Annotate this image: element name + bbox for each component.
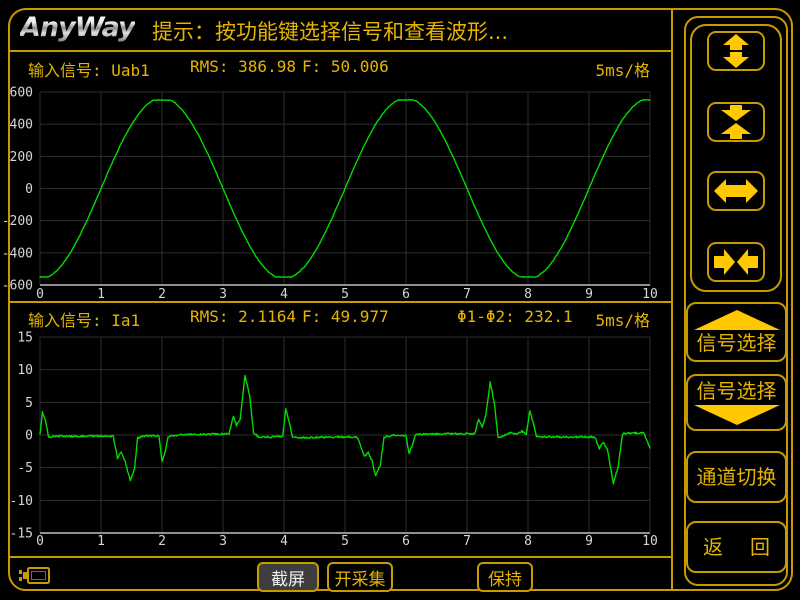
svg-text:7: 7: [463, 534, 471, 549]
svg-text:-600: -600: [2, 279, 33, 294]
svg-text:0: 0: [36, 287, 44, 302]
expand-horizontal-button[interactable]: [707, 171, 765, 211]
svg-text:7: 7: [463, 287, 471, 302]
svg-text:5: 5: [341, 534, 349, 549]
expand-vertical-icon: [714, 34, 758, 68]
signal-select-up-label: 信号选择: [697, 332, 777, 355]
timebase-label: 5ms/格: [595, 57, 650, 81]
battery-icon: [18, 565, 52, 587]
expand-vertical-button[interactable]: [707, 31, 765, 71]
svg-text:8: 8: [524, 534, 532, 549]
svg-text:1: 1: [97, 287, 105, 302]
signal-label: 输入信号: Uab1: [28, 57, 150, 81]
svg-text:3: 3: [219, 534, 227, 549]
voltage-chart-header: 输入信号: Uab1 RMS: 386.98 F: 50.006 5ms/格: [10, 57, 670, 83]
rms-value: RMS: 386.98: [190, 57, 296, 76]
status-message: 提示：按功能键选择信号和查看波形...: [152, 16, 508, 46]
svg-text:6: 6: [402, 534, 410, 549]
svg-text:10: 10: [642, 534, 658, 549]
svg-text:5: 5: [25, 396, 33, 411]
svg-text:15: 15: [17, 331, 33, 346]
svg-text:6: 6: [402, 287, 410, 302]
screenshot-button-label: 截屏: [271, 565, 305, 590]
current-waveform-chart: 151050-5-10-15012345678910: [10, 330, 670, 546]
bottombar-divider: [8, 556, 673, 558]
triangle-down-icon: [694, 405, 780, 425]
svg-text:600: 600: [10, 86, 33, 101]
svg-text:-15: -15: [10, 527, 33, 542]
start-acquisition-button[interactable]: 开采集: [327, 562, 393, 592]
signal-label: 输入信号: Ia1: [28, 307, 140, 331]
svg-text:1: 1: [97, 534, 105, 549]
expand-horizontal-icon: [714, 174, 758, 208]
svg-text:8: 8: [524, 287, 532, 302]
svg-text:0: 0: [25, 429, 33, 444]
svg-text:-400: -400: [2, 246, 33, 261]
rms-value: RMS: 2.1164: [190, 307, 296, 326]
triangle-up-icon: [694, 310, 780, 330]
svg-text:-5: -5: [17, 461, 33, 476]
screenshot-button[interactable]: 截屏: [257, 562, 319, 592]
svg-text:4: 4: [280, 287, 288, 302]
svg-text:0: 0: [36, 534, 44, 549]
svg-text:10: 10: [642, 287, 658, 302]
timebase-label: 5ms/格: [595, 307, 650, 331]
svg-text:4: 4: [280, 534, 288, 549]
channel-switch-label: 通道切换: [697, 466, 777, 489]
svg-text:-200: -200: [2, 214, 33, 229]
compress-horizontal-button[interactable]: [707, 242, 765, 282]
titlebar-divider: [8, 50, 673, 52]
svg-text:9: 9: [585, 287, 593, 302]
signal-select-down-label: 信号选择: [697, 380, 777, 403]
svg-text:10: 10: [17, 363, 33, 378]
panel-divider: [671, 8, 673, 591]
svg-text:5: 5: [341, 287, 349, 302]
signal-select-down-button[interactable]: 信号选择: [686, 374, 787, 431]
compress-vertical-icon: [714, 105, 758, 139]
channel-switch-button[interactable]: 通道切换: [686, 451, 787, 503]
svg-text:200: 200: [10, 150, 33, 165]
compress-horizontal-icon: [714, 245, 758, 279]
anyway-logo: AnyWay: [20, 12, 135, 43]
svg-text:2: 2: [158, 287, 166, 302]
svg-text:0: 0: [25, 182, 33, 197]
signal-select-up-button[interactable]: 信号选择: [686, 302, 787, 362]
svg-text:2: 2: [158, 534, 166, 549]
freq-value: F: 49.977: [302, 307, 389, 326]
hold-button[interactable]: 保持: [477, 562, 533, 592]
svg-text:400: 400: [10, 118, 33, 133]
svg-text:3: 3: [219, 287, 227, 302]
compress-vertical-button[interactable]: [707, 102, 765, 142]
return-button[interactable]: 返回: [686, 521, 787, 573]
svg-text:-10: -10: [10, 494, 33, 509]
freq-value: F: 50.006: [302, 57, 389, 76]
start-acquisition-button-label: 开采集: [335, 565, 386, 590]
svg-text:9: 9: [585, 534, 593, 549]
voltage-waveform-chart: 6004002000-200-400-600012345678910: [10, 84, 670, 300]
hold-button-label: 保持: [488, 565, 522, 590]
instrument-screen: AnyWay 提示：按功能键选择信号和查看波形... 输入信号: Uab1 RM…: [0, 0, 800, 600]
return-button-label: 返回: [688, 536, 785, 559]
phase-diff-value: Φ1-Φ2: 232.1: [457, 307, 573, 326]
